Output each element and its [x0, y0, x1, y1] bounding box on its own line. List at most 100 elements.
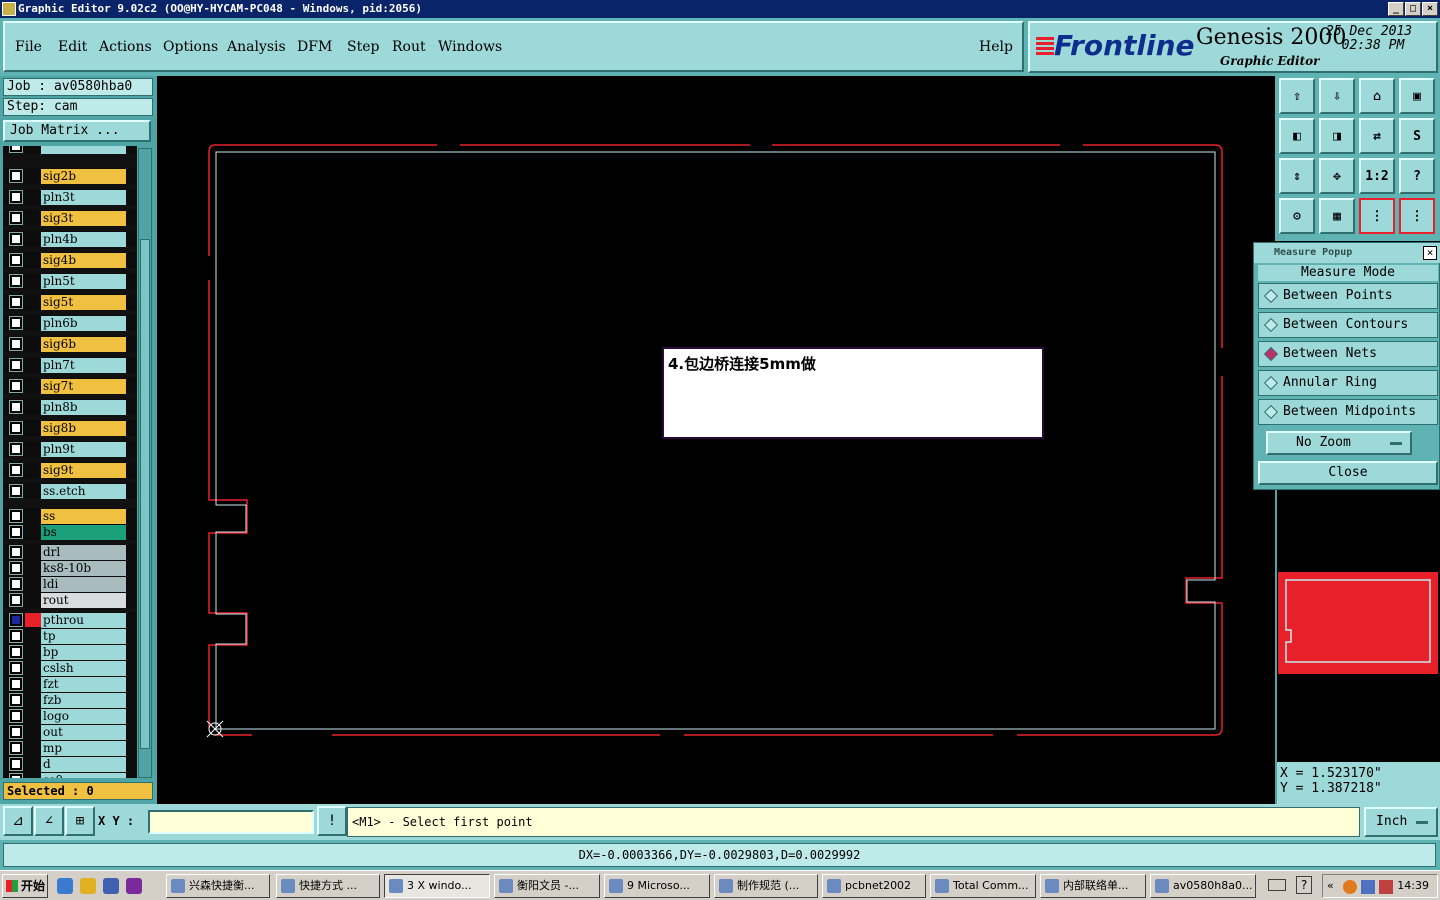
- grid-icon[interactable]: ▦: [1319, 198, 1355, 234]
- layer-checkbox[interactable]: [10, 212, 22, 224]
- layer-checkbox[interactable]: [10, 630, 22, 642]
- graphic-canvas[interactable]: [157, 76, 1275, 804]
- layer-checkbox[interactable]: [10, 422, 22, 434]
- layer-checkbox[interactable]: [10, 485, 22, 497]
- layer-row-cslsh[interactable]: cslsh: [3, 660, 137, 676]
- layer-row-ss-etch[interactable]: ss.etch: [3, 483, 137, 499]
- back-icon[interactable]: ◧: [1279, 118, 1315, 154]
- layer-row-ss0[interactable]: ss0: [3, 772, 137, 778]
- layer-row-pthrou[interactable]: pthrou: [3, 612, 137, 628]
- taskbar-item[interactable]: av0580h8a0...: [1150, 874, 1256, 898]
- layer-color-swatch[interactable]: [25, 561, 41, 575]
- layer-row-ldi[interactable]: ldi: [3, 576, 137, 592]
- layer-checkbox[interactable]: [10, 774, 22, 778]
- taskbar-item[interactable]: Total Comm...: [930, 874, 1036, 898]
- help-tray-icon[interactable]: ?: [1296, 876, 1312, 894]
- x-window-icon[interactable]: [126, 878, 142, 894]
- snap-icon[interactable]: ⊿: [3, 806, 33, 836]
- measure-option-between-points[interactable]: Between Points: [1258, 283, 1438, 309]
- layer-checkbox[interactable]: [10, 254, 22, 266]
- menu-dfm[interactable]: DFM: [297, 39, 332, 55]
- layer-checkbox[interactable]: [10, 401, 22, 413]
- menu-step[interactable]: Step: [347, 39, 379, 55]
- layer-checkbox[interactable]: [10, 191, 22, 203]
- measure-option-between-midpoints[interactable]: Between Midpoints: [1258, 399, 1438, 425]
- overview-thumbnail[interactable]: [1278, 572, 1438, 674]
- zoom-center-icon[interactable]: ✥: [1319, 158, 1355, 194]
- units-dropdown[interactable]: Inch: [1364, 807, 1438, 837]
- layer-checkbox[interactable]: [10, 562, 22, 574]
- layer-row-sig9t[interactable]: sig9t: [3, 462, 137, 478]
- layer-checkbox[interactable]: [10, 510, 22, 522]
- layer-checkbox[interactable]: [10, 678, 22, 690]
- layer-row-rout[interactable]: rout: [3, 592, 137, 608]
- measure-close-icon[interactable]: ×: [1423, 246, 1437, 260]
- layer-row-tp[interactable]: tp: [3, 628, 137, 644]
- layer-row-pln4b[interactable]: pln4b: [3, 231, 137, 247]
- taskbar-item[interactable]: 制作规范 (...: [714, 874, 818, 898]
- layer-row-bs[interactable]: bs: [3, 524, 137, 540]
- layer-checkbox[interactable]: [10, 614, 22, 626]
- layer-row-sig5t[interactable]: sig5t: [3, 294, 137, 310]
- zoom-fit-icon[interactable]: ⇕: [1279, 158, 1315, 194]
- layer-color-swatch[interactable]: [25, 421, 41, 435]
- layer-color-swatch[interactable]: [25, 274, 41, 288]
- angle-snap-icon[interactable]: ∠: [34, 806, 64, 836]
- layer-checkbox[interactable]: [10, 526, 22, 538]
- xy-input[interactable]: [148, 810, 314, 834]
- layer-checkbox[interactable]: [10, 726, 22, 738]
- taskbar-item[interactable]: 衡阳文员 -...: [494, 874, 600, 898]
- swap-icon[interactable]: ⇄: [1359, 118, 1395, 154]
- grid-snap-icon[interactable]: ⊞: [65, 806, 95, 836]
- taskbar-item[interactable]: pcbnet2002: [822, 874, 926, 898]
- taskbar-item[interactable]: 内部联络单...: [1040, 874, 1146, 898]
- layer-checkbox[interactable]: [10, 275, 22, 287]
- taskbar-item[interactable]: 快捷方式 ...: [276, 874, 380, 898]
- forward-icon[interactable]: ◨: [1319, 118, 1355, 154]
- layer-color-swatch[interactable]: [25, 661, 41, 675]
- layer-scrollbar[interactable]: [138, 148, 152, 778]
- tray-app-icon[interactable]: [1343, 880, 1357, 894]
- layer-row-out[interactable]: out: [3, 724, 137, 740]
- menu-actions[interactable]: Actions: [99, 39, 152, 55]
- layer-row-drl[interactable]: drl: [3, 544, 137, 560]
- layer-color-swatch[interactable]: [25, 593, 41, 607]
- menu-windows[interactable]: Windows: [438, 39, 502, 55]
- layer-color-swatch[interactable]: [25, 677, 41, 691]
- layer-checkbox[interactable]: [10, 359, 22, 371]
- menu-options[interactable]: Options: [163, 39, 218, 55]
- layer-color-swatch[interactable]: [25, 525, 41, 539]
- layer-color-swatch[interactable]: [25, 316, 41, 330]
- layer-checkbox[interactable]: [10, 742, 22, 754]
- layer-row-ss[interactable]: ss: [3, 508, 137, 524]
- layer-row-pln9t[interactable]: pln9t: [3, 441, 137, 457]
- layer-checkbox[interactable]: [10, 594, 22, 606]
- layer-row-sig7t[interactable]: sig7t: [3, 378, 137, 394]
- layer-checkbox[interactable]: [10, 296, 22, 308]
- taskbar-item[interactable]: 9 Microso...: [604, 874, 710, 898]
- layer-checkbox[interactable]: [10, 380, 22, 392]
- layer-color-swatch[interactable]: [25, 211, 41, 225]
- layer-row-sig2b[interactable]: sig2b: [3, 168, 137, 184]
- layer-color-swatch[interactable]: [25, 400, 41, 414]
- clock-icon[interactable]: [80, 878, 96, 894]
- close-window-button[interactable]: ×: [1422, 2, 1438, 16]
- layer-color-swatch[interactable]: [25, 545, 41, 559]
- measure-option-between-nets[interactable]: Between Nets: [1258, 341, 1438, 367]
- layer-row-sig3t[interactable]: sig3t: [3, 210, 137, 226]
- layer-row-fzb[interactable]: fzb: [3, 692, 137, 708]
- layer-color-swatch[interactable]: [25, 463, 41, 477]
- layer-row-pln8b[interactable]: pln8b: [3, 399, 137, 415]
- tray-security-icon[interactable]: [1379, 880, 1393, 894]
- layer-color-swatch[interactable]: [25, 577, 41, 591]
- layer-row-pln5t[interactable]: pln5t: [3, 273, 137, 289]
- menu-analysis[interactable]: Analysis: [227, 39, 286, 55]
- ratio-icon[interactable]: 1:2: [1359, 158, 1395, 194]
- layer-color-swatch[interactable]: [25, 484, 41, 498]
- layer-row[interactable]: [3, 146, 137, 154]
- layer-color-swatch[interactable]: [25, 773, 41, 778]
- taskbar-item[interactable]: 3 X windo...: [384, 874, 490, 898]
- menu-edit[interactable]: Edit: [58, 39, 87, 55]
- help-icon[interactable]: ?: [1399, 158, 1435, 194]
- layer-row-pln6b[interactable]: pln6b: [3, 315, 137, 331]
